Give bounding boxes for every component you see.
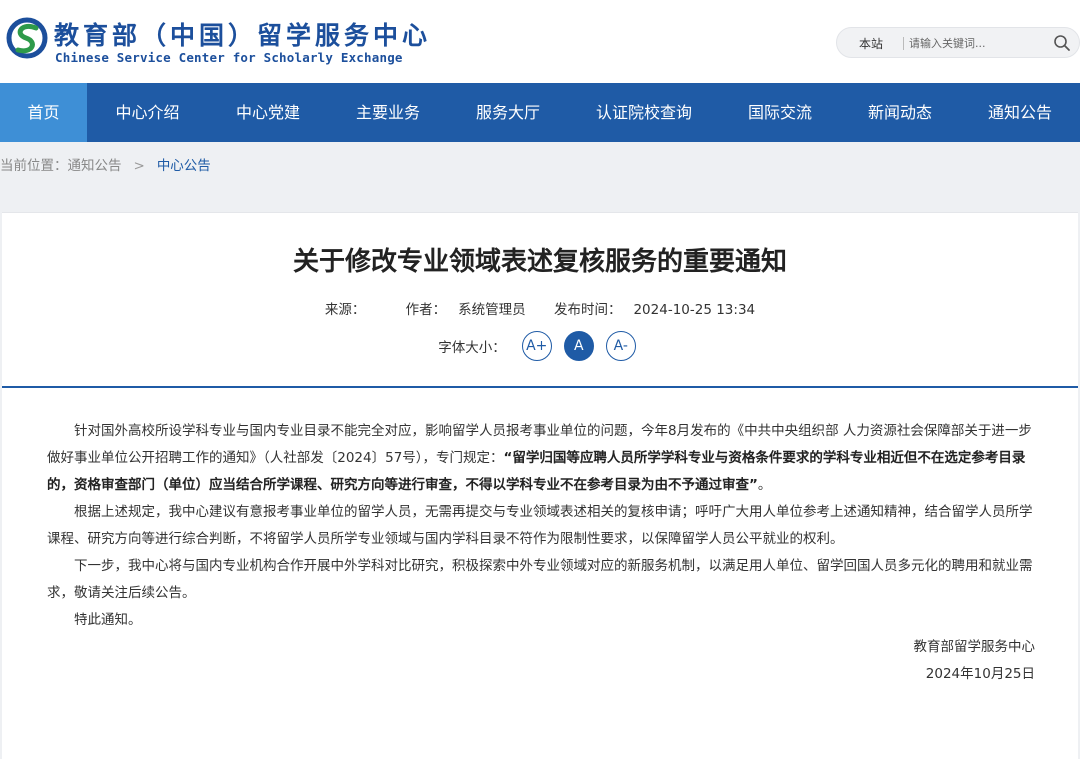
search-icon[interactable] [1053, 34, 1071, 52]
meta-source: 来源： [319, 302, 384, 318]
nav-item-international[interactable]: 国际交流 [720, 83, 840, 142]
author-label: 作者： [405, 302, 447, 318]
meta-author: 作者： 系统管理员 [400, 302, 532, 318]
search-input[interactable] [909, 34, 1039, 52]
article-title: 关于修改专业领域表述复核服务的重要通知 [292, 247, 787, 277]
font-size-label: 字体大小： [438, 340, 506, 356]
nav-item-news[interactable]: 新闻动态 [840, 83, 960, 142]
breadcrumb: 当前位置：通知公告 > 中心公告 [0, 142, 1080, 190]
breadcrumb-current[interactable]: 中心公告 [157, 158, 211, 174]
font-default-button[interactable]: A [563, 331, 594, 361]
meta-date: 发布时间： 2024-10-25 13:34 [548, 302, 761, 318]
search-box: 本站 [836, 27, 1080, 58]
font-size-controls: 字体大小： A+ A A- [2, 330, 1078, 362]
signature-date: 2024年10月25日 [925, 666, 1035, 682]
font-decrease-button[interactable]: A- [605, 331, 636, 361]
paragraph-4: 特此通知。 [74, 612, 142, 628]
nav-item-school-query[interactable]: 认证院校查询 [568, 83, 720, 142]
font-increase-button[interactable]: A+ [521, 331, 552, 361]
paragraph-3: 下一步，我中心将与国内专业机构合作开展中外学科对比研究，积极探索中外专业领域对应… [47, 558, 1033, 601]
date-label: 发布时间： [553, 302, 622, 318]
article-meta: 来源： 作者： 系统管理员 发布时间： 2024-10-25 13:34 [2, 298, 1078, 318]
nav-item-notices[interactable]: 通知公告 [960, 83, 1080, 142]
author-value: 系统管理员 [458, 302, 526, 318]
date-value: 2024-10-25 13:34 [633, 302, 756, 318]
nav-item-about[interactable]: 中心介绍 [87, 83, 208, 142]
nav-item-service-hall[interactable]: 服务大厅 [448, 83, 568, 142]
logo-title-cn[interactable]: 教育部（中国）留学服务中心 [54, 16, 431, 52]
breadcrumb-prefix: 当前位置： [0, 158, 68, 174]
paragraph-1: 针对国外高校所设学科专业与国内专业目录不能完全对应，影响留学人员报考事业单位的问… [47, 418, 1035, 499]
title-divider [2, 386, 1078, 388]
breadcrumb-parent[interactable]: 通知公告 [68, 158, 122, 174]
source-label: 来源： [324, 302, 366, 318]
site-header: 教育部（中国）留学服务中心 Chinese Service Center for… [0, 0, 1080, 83]
paragraph-2: 根据上述规定，我中心建议有意报考事业单位的留学人员，无需再提交与专业领域表述相关… [47, 504, 1033, 547]
breadcrumb-separator: > [133, 158, 145, 174]
signature: 教育部留学服务中心 [913, 639, 1036, 655]
main-nav: 首页 中心介绍 中心党建 主要业务 服务大厅 认证院校查询 国际交流 新闻动态 … [0, 83, 1080, 142]
p1-end: 。 [757, 477, 772, 493]
search-scope[interactable]: 本站 [859, 35, 883, 52]
logo-title-en[interactable]: Chinese Service Center for Scholarly Exc… [55, 50, 403, 65]
nav-item-home[interactable]: 首页 [0, 83, 87, 142]
article-card: 关于修改专业领域表述复核服务的重要通知 来源： 作者： 系统管理员 发布时间： 20… [2, 212, 1078, 759]
nav-item-party[interactable]: 中心党建 [208, 83, 328, 142]
article-body: 针对国外高校所设学科专业与国内专业目录不能完全对应，影响留学人员报考事业单位的问… [47, 418, 1035, 688]
search-divider [903, 37, 904, 50]
nav-item-business[interactable]: 主要业务 [328, 83, 448, 142]
logo-icon[interactable] [6, 14, 48, 62]
